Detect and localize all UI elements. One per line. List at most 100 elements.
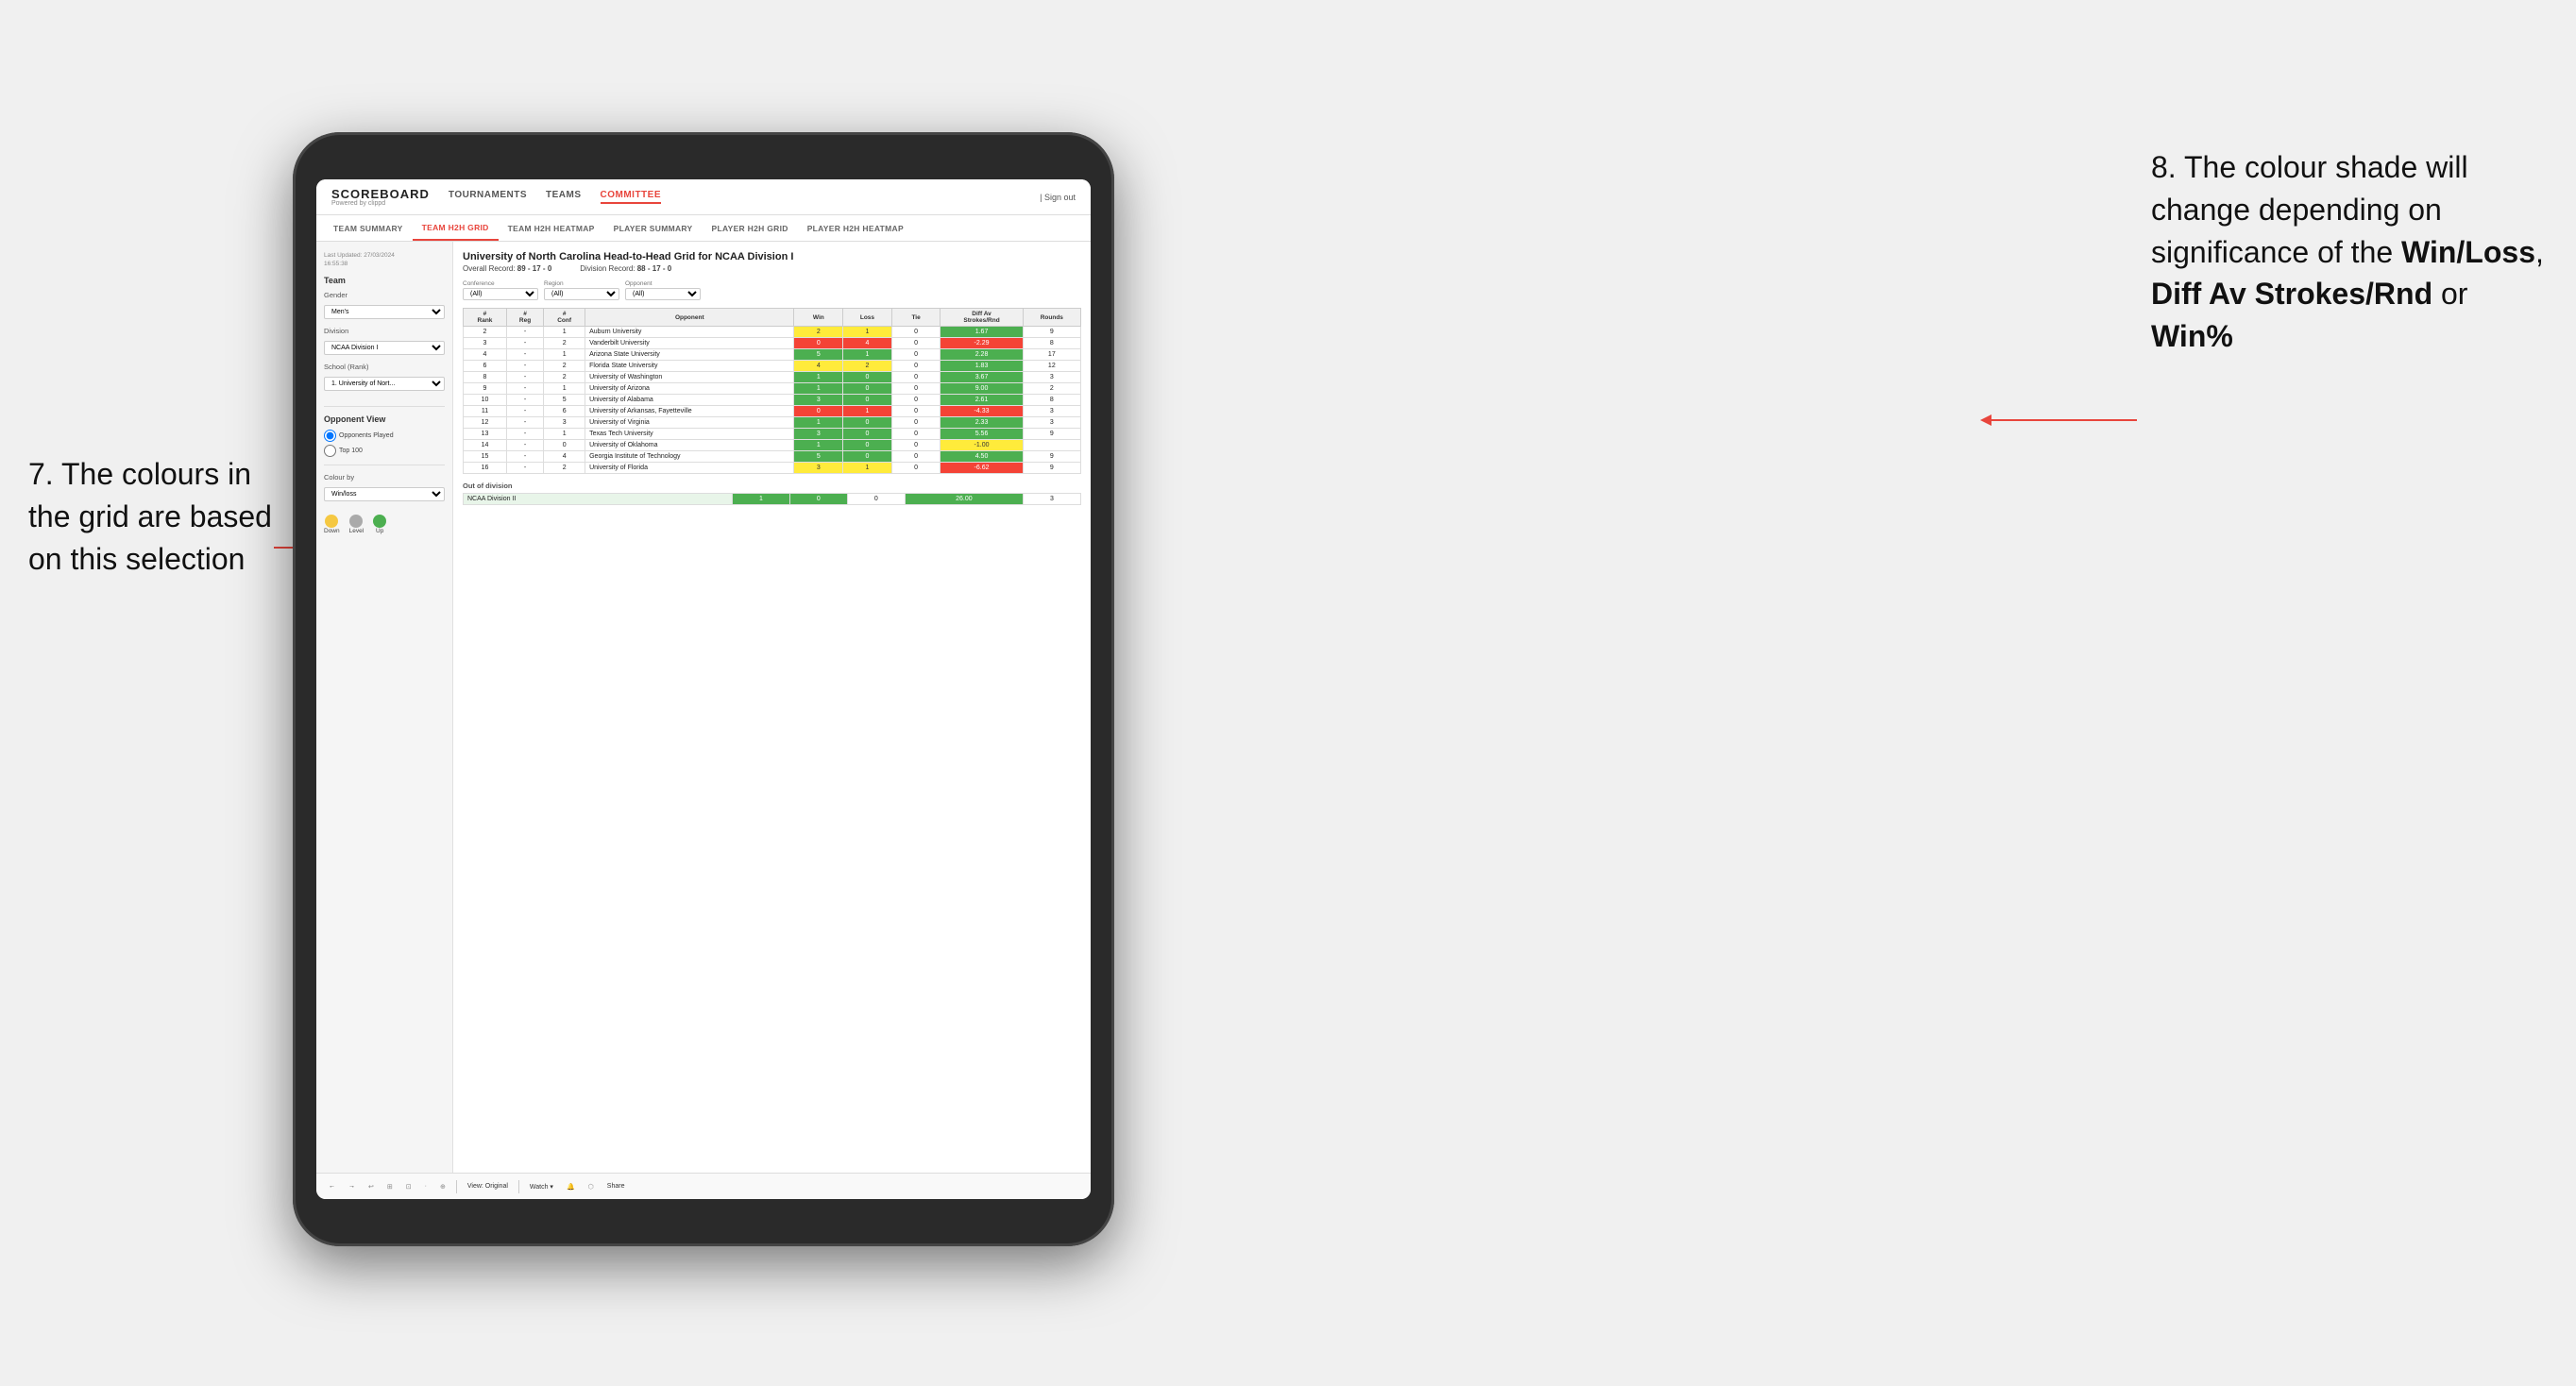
cell-diff: -2.29 (941, 338, 1023, 349)
nav-committee[interactable]: COMMITTEE (601, 190, 662, 204)
cell-rank: 8 (464, 372, 507, 383)
toolbar-grid1[interactable]: ⊞ (384, 1182, 396, 1192)
sidebar-school-label: School (Rank) (324, 363, 445, 371)
cell-rounds: 9 (1023, 463, 1080, 474)
cell-name: University of Florida (585, 463, 794, 474)
sidebar-team-label: Team (324, 276, 445, 285)
sub-nav-team-h2h-heatmap[interactable]: TEAM H2H HEATMAP (499, 215, 604, 241)
app-header: SCOREBOARD Powered by clippd TOURNAMENTS… (316, 179, 1091, 215)
region-select[interactable]: (All) (544, 288, 619, 300)
cell-win: 5 (794, 451, 843, 463)
cell-loss: 0 (843, 417, 892, 429)
toolbar-circle[interactable]: ⊕ (437, 1182, 449, 1192)
sub-nav-player-summary[interactable]: PLAYER SUMMARY (604, 215, 703, 241)
sidebar-gender-select[interactable]: Men's (324, 305, 445, 319)
sub-nav-team-summary[interactable]: TEAM SUMMARY (324, 215, 413, 241)
cell-loss: 0 (843, 429, 892, 440)
sidebar-gender-label: Gender (324, 291, 445, 299)
region-label: Region (544, 280, 619, 287)
toolbar-grid2[interactable]: ⊡ (403, 1182, 415, 1192)
toolbar-watch[interactable]: Watch ▾ (527, 1182, 556, 1192)
cell-win: 1 (794, 440, 843, 451)
table-row: 16 - 2 University of Florida 3 1 0 -6.62… (464, 463, 1081, 474)
legend-level-dot (349, 515, 363, 528)
col-reg: #Reg (506, 309, 543, 327)
toolbar-reset[interactable]: ↩ (365, 1182, 377, 1192)
cell-conf: 2 (544, 372, 585, 383)
conference-select[interactable]: (All) (463, 288, 538, 300)
annotation-left: 7. The colours in the grid are based on … (28, 453, 293, 580)
sub-nav: TEAM SUMMARY TEAM H2H GRID TEAM H2H HEAT… (316, 215, 1091, 242)
table-row: 12 - 3 University of Virginia 1 0 0 2.33… (464, 417, 1081, 429)
nav-items: TOURNAMENTS TEAMS COMMITTEE (449, 190, 1021, 204)
out-division-table: NCAA Division II 1 0 0 26.00 3 (463, 493, 1081, 505)
cell-tie: 0 (891, 383, 941, 395)
col-opponent: Opponent (585, 309, 794, 327)
cell-conf: 1 (544, 327, 585, 338)
cell-loss: 4 (843, 338, 892, 349)
filter-opponent: Opponent (All) (625, 280, 701, 300)
toolbar-share[interactable]: Share (604, 1182, 628, 1191)
nav-teams[interactable]: TEAMS (546, 190, 582, 204)
cell-reg: - (506, 338, 543, 349)
cell-name: Florida State University (585, 361, 794, 372)
cell-rank: 13 (464, 429, 507, 440)
conference-label: Conference (463, 280, 538, 287)
cell-win: 3 (794, 463, 843, 474)
cell-rounds (1023, 440, 1080, 451)
cell-rank: 14 (464, 440, 507, 451)
cell-conf: 1 (544, 383, 585, 395)
cell-reg: - (506, 406, 543, 417)
sidebar-school-select[interactable]: 1. University of Nort... (324, 377, 445, 391)
cell-loss: 0 (843, 451, 892, 463)
cell-rounds: 8 (1023, 338, 1080, 349)
cell-rounds: 17 (1023, 349, 1080, 361)
logo-area: SCOREBOARD Powered by clippd (331, 188, 430, 207)
cell-win: 5 (794, 349, 843, 361)
cell-win: 3 (794, 395, 843, 406)
toolbar-hex[interactable]: ⬡ (585, 1182, 597, 1192)
cell-rank: 10 (464, 395, 507, 406)
cell-rank: 15 (464, 451, 507, 463)
sidebar-radio-top100[interactable]: Top 100 (324, 445, 445, 457)
cell-conf: 4 (544, 451, 585, 463)
out-cell-rounds: 3 (1024, 494, 1081, 505)
table-row: 13 - 1 Texas Tech University 3 0 0 5.56 … (464, 429, 1081, 440)
cell-win: 3 (794, 429, 843, 440)
cell-tie: 0 (891, 451, 941, 463)
cell-name: University of Washington (585, 372, 794, 383)
nav-tournaments[interactable]: TOURNAMENTS (449, 190, 527, 204)
sub-nav-player-h2h-heatmap[interactable]: PLAYER H2H HEATMAP (798, 215, 913, 241)
cell-tie: 0 (891, 417, 941, 429)
cell-reg: - (506, 327, 543, 338)
cell-rank: 12 (464, 417, 507, 429)
table-row: 15 - 4 Georgia Institute of Technology 5… (464, 451, 1081, 463)
cell-loss: 0 (843, 395, 892, 406)
sub-nav-team-h2h-grid[interactable]: TEAM H2H GRID (413, 215, 499, 241)
col-tie: Tie (891, 309, 941, 327)
sidebar-division-select[interactable]: NCAA Division I (324, 341, 445, 355)
cell-rank: 4 (464, 349, 507, 361)
cell-reg: - (506, 451, 543, 463)
cell-diff: 1.83 (941, 361, 1023, 372)
sidebar-colour-by-label: Colour by (324, 473, 445, 482)
cell-tie: 0 (891, 395, 941, 406)
sidebar-opponent-view-label: Opponent View (324, 414, 445, 424)
toolbar-dot[interactable]: · (422, 1182, 430, 1191)
toolbar-view[interactable]: View: Original (465, 1182, 511, 1191)
sub-nav-player-h2h-grid[interactable]: PLAYER H2H GRID (703, 215, 798, 241)
sidebar-colour-by-select[interactable]: Win/loss (324, 487, 445, 501)
opponent-select[interactable]: (All) (625, 288, 701, 300)
toolbar-redo[interactable]: → (346, 1182, 358, 1191)
table-row: 14 - 0 University of Oklahoma 1 0 0 -1.0… (464, 440, 1081, 451)
toolbar-undo[interactable]: ← (326, 1182, 338, 1191)
cell-diff: 2.33 (941, 417, 1023, 429)
sidebar-radio-group: Opponents Played Top 100 (324, 430, 445, 457)
cell-win: 4 (794, 361, 843, 372)
toolbar-bell[interactable]: 🔔 (564, 1182, 578, 1192)
sidebar-radio-opponents-played[interactable]: Opponents Played (324, 430, 445, 442)
cell-win: 1 (794, 383, 843, 395)
cell-name: University of Alabama (585, 395, 794, 406)
sign-out[interactable]: | Sign out (1040, 193, 1076, 202)
cell-name: Georgia Institute of Technology (585, 451, 794, 463)
